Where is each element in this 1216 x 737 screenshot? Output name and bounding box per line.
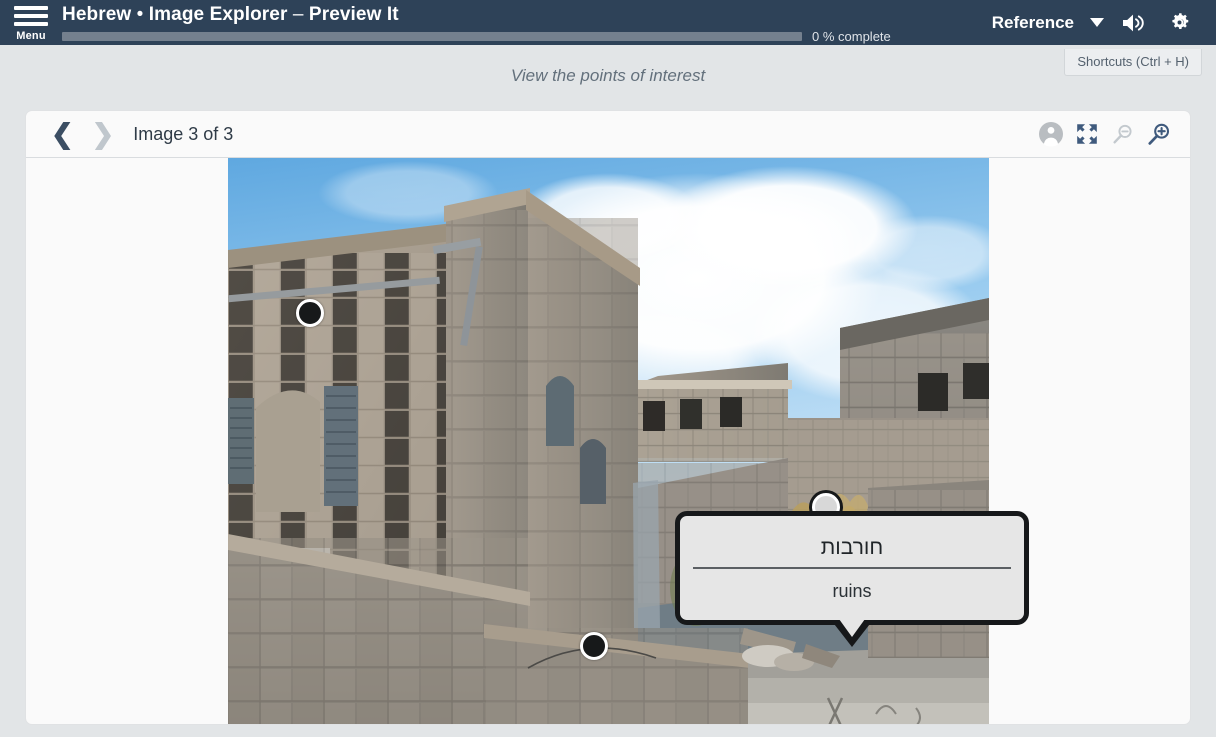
reference-label: Reference: [991, 12, 1074, 32]
menu-label: Menu: [16, 29, 46, 42]
fullscreen-expand-icon: [1077, 124, 1097, 144]
header-title-area: Hebrew • Image Explorer – Preview It 0 %…: [62, 0, 982, 44]
next-image-button[interactable]: ❯: [83, 120, 124, 148]
progress-row: 0 % complete: [62, 29, 982, 44]
app-header: Menu Hebrew • Image Explorer – Preview I…: [0, 0, 1216, 45]
title-course: Hebrew: [62, 4, 132, 25]
audio-button[interactable]: [1110, 0, 1156, 45]
header-actions: Reference: [982, 0, 1216, 45]
vocabulary-tooltip[interactable]: חורבות ruins: [675, 511, 1029, 647]
speaker-icon: [1123, 14, 1144, 31]
reference-dropdown[interactable]: Reference: [982, 13, 1110, 33]
title-dash: –: [292, 4, 304, 25]
title-mode: Preview It: [308, 4, 399, 25]
image-explorer-card: ❮ ❯ Image 3 of 3 חורבות ruins: [25, 110, 1191, 725]
title-activity: Image Explorer: [148, 4, 288, 25]
previous-image-button[interactable]: ❮: [42, 120, 83, 148]
settings-button[interactable]: [1156, 0, 1202, 45]
fullscreen-button[interactable]: [1070, 117, 1104, 151]
person-button[interactable]: [1034, 117, 1068, 151]
explorer-photo[interactable]: [227, 158, 989, 724]
page-title: Hebrew • Image Explorer – Preview It: [62, 3, 982, 27]
zoom-out-button[interactable]: [1106, 117, 1140, 151]
tooltip-gloss: ruins: [832, 580, 872, 601]
image-stage: חורבות ruins: [26, 158, 1190, 724]
tooltip-term: חורבות: [820, 535, 884, 559]
progress-bar: [62, 32, 802, 41]
hamburger-icon: [14, 5, 48, 30]
tooltip-pointer-inner: [839, 619, 865, 637]
person-icon: [1039, 122, 1063, 147]
title-bullet: •: [136, 4, 144, 25]
photo-illustration: [227, 158, 989, 724]
progress-label: 0 % complete: [812, 29, 891, 44]
instruction-text: View the points of interest: [510, 66, 706, 85]
zoom-out-icon: [1113, 124, 1132, 144]
image-counter: Image 3 of 3: [133, 123, 234, 144]
menu-button[interactable]: Menu: [0, 0, 62, 45]
point-of-interest-marker[interactable]: [580, 631, 609, 660]
gear-icon: [1171, 13, 1188, 30]
chevron-down-icon: [1090, 18, 1104, 27]
zoom-in-button[interactable]: [1142, 117, 1176, 151]
card-toolbar: ❮ ❯ Image 3 of 3: [26, 111, 1190, 158]
zoom-in-icon: [1148, 123, 1170, 145]
point-of-interest-marker[interactable]: [295, 299, 324, 328]
